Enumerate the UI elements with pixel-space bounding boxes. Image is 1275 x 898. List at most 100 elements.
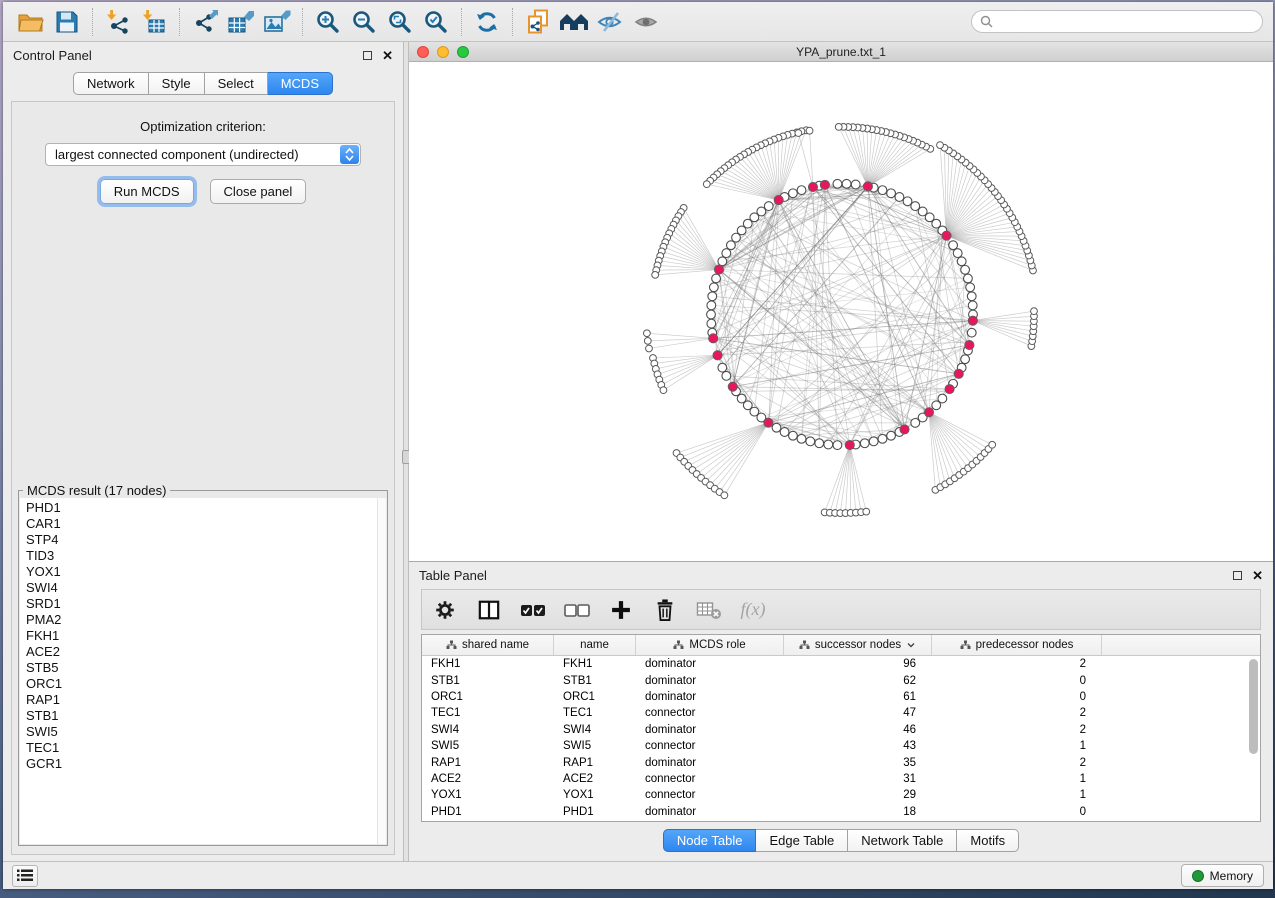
tab-network-table[interactable]: Network Table bbox=[848, 829, 957, 852]
network-node[interactable] bbox=[824, 440, 833, 449]
deselect-all-button[interactable] bbox=[560, 595, 594, 625]
table-cell[interactable]: STB1 bbox=[422, 675, 554, 687]
mcds-result-item[interactable]: PHD1 bbox=[26, 500, 386, 516]
network-node[interactable] bbox=[703, 181, 710, 188]
tab-mcds[interactable]: MCDS bbox=[268, 72, 333, 95]
delete-table-button[interactable] bbox=[692, 595, 726, 625]
table-row[interactable]: ACE2ACE2connector311 bbox=[422, 771, 1260, 787]
column-view-button[interactable] bbox=[472, 595, 506, 625]
network-node[interactable] bbox=[772, 423, 781, 432]
table-cell[interactable]: connector bbox=[636, 740, 784, 752]
tab-motifs[interactable]: Motifs bbox=[957, 829, 1019, 852]
table-cell[interactable]: connector bbox=[636, 773, 784, 785]
network-node[interactable] bbox=[869, 437, 878, 446]
mcds-result-item[interactable]: GCR1 bbox=[26, 756, 386, 772]
network-node[interactable] bbox=[968, 301, 977, 310]
network-node[interactable] bbox=[842, 179, 851, 188]
save-button[interactable] bbox=[49, 6, 85, 38]
mcds-result-item[interactable]: RAP1 bbox=[26, 692, 386, 708]
function-builder-button[interactable]: f(x) bbox=[736, 595, 770, 625]
table-cell[interactable]: SWI4 bbox=[554, 724, 636, 736]
network-node[interactable] bbox=[644, 330, 651, 337]
table-cell[interactable]: STB1 bbox=[554, 675, 636, 687]
delete-column-button[interactable] bbox=[648, 595, 682, 625]
column-header[interactable]: successor nodes bbox=[784, 635, 932, 655]
network-node[interactable] bbox=[721, 492, 728, 499]
network-node[interactable] bbox=[964, 274, 973, 283]
mcds-result-item[interactable]: SWI5 bbox=[26, 724, 386, 740]
table-cell[interactable]: dominator bbox=[636, 724, 784, 736]
network-node[interactable] bbox=[911, 202, 920, 211]
network-node[interactable] bbox=[727, 241, 736, 250]
table-cell[interactable]: dominator bbox=[636, 691, 784, 703]
table-row[interactable]: PHD1PHD1dominator180 bbox=[422, 804, 1260, 820]
table-cell[interactable]: 35 bbox=[784, 757, 932, 769]
table-cell[interactable]: 47 bbox=[784, 707, 932, 719]
tab-select[interactable]: Select bbox=[205, 72, 268, 95]
table-settings-button[interactable] bbox=[428, 595, 462, 625]
table-row[interactable]: RAP1RAP1dominator352 bbox=[422, 754, 1260, 770]
table-cell[interactable]: 62 bbox=[784, 675, 932, 687]
network-node[interactable] bbox=[961, 355, 970, 364]
network-node[interactable] bbox=[938, 394, 947, 403]
network-hub-node[interactable] bbox=[954, 369, 963, 378]
select-all-button[interactable] bbox=[516, 595, 550, 625]
network-hub-node[interactable] bbox=[820, 180, 829, 189]
hide-selected-button[interactable] bbox=[592, 6, 628, 38]
mcds-result-item[interactable]: PMA2 bbox=[26, 612, 386, 628]
mcds-result-item[interactable]: TID3 bbox=[26, 548, 386, 564]
table-cell[interactable]: SWI5 bbox=[554, 740, 636, 752]
search-input[interactable] bbox=[998, 15, 1254, 29]
network-node[interactable] bbox=[806, 437, 815, 446]
close-panel-icon[interactable]: ✕ bbox=[382, 49, 393, 62]
network-node[interactable] bbox=[709, 283, 718, 292]
table-cell[interactable]: TEC1 bbox=[554, 707, 636, 719]
table-cell[interactable]: dominator bbox=[636, 806, 784, 818]
mcds-result-item[interactable]: STB5 bbox=[26, 660, 386, 676]
optimization-select[interactable]: largest connected component (undirected) bbox=[45, 143, 361, 166]
table-cell[interactable]: 2 bbox=[932, 757, 1102, 769]
table-cell[interactable]: YOX1 bbox=[554, 789, 636, 801]
table-cell[interactable]: dominator bbox=[636, 658, 784, 670]
table-row[interactable]: STB1STB1dominator620 bbox=[422, 672, 1260, 688]
column-header[interactable]: MCDS role bbox=[636, 635, 784, 655]
table-cell[interactable]: ORC1 bbox=[554, 691, 636, 703]
network-node[interactable] bbox=[797, 434, 806, 443]
network-node[interactable] bbox=[660, 387, 667, 394]
table-cell[interactable]: dominator bbox=[636, 757, 784, 769]
first-neighbors-button[interactable] bbox=[556, 6, 592, 38]
tab-edge-table[interactable]: Edge Table bbox=[756, 829, 848, 852]
network-canvas[interactable] bbox=[409, 62, 1273, 561]
network-hub-node[interactable] bbox=[965, 340, 974, 349]
table-cell[interactable]: 2 bbox=[932, 658, 1102, 670]
column-header[interactable]: shared name bbox=[422, 635, 554, 655]
table-cell[interactable]: TEC1 bbox=[422, 707, 554, 719]
show-all-button[interactable] bbox=[628, 6, 664, 38]
network-hub-node[interactable] bbox=[714, 265, 723, 274]
network-node[interactable] bbox=[967, 292, 976, 301]
mcds-result-item[interactable]: SWI4 bbox=[26, 580, 386, 596]
tab-node-table[interactable]: Node Table bbox=[663, 829, 757, 852]
zoom-in-button[interactable] bbox=[310, 6, 346, 38]
table-cell[interactable]: FKH1 bbox=[422, 658, 554, 670]
table-row[interactable]: SWI4SWI4dominator462 bbox=[422, 722, 1260, 738]
mcds-result-item[interactable]: CAR1 bbox=[26, 516, 386, 532]
table-cell[interactable]: SWI4 bbox=[422, 724, 554, 736]
network-node[interactable] bbox=[712, 274, 721, 283]
import-table-button[interactable] bbox=[136, 6, 172, 38]
network-node[interactable] bbox=[989, 441, 996, 448]
mcds-result-item[interactable]: FKH1 bbox=[26, 628, 386, 644]
network-node[interactable] bbox=[780, 428, 789, 437]
add-column-button[interactable] bbox=[604, 595, 638, 625]
network-hub-node[interactable] bbox=[945, 385, 954, 394]
zoom-selected-button[interactable] bbox=[418, 6, 454, 38]
run-mcds-button[interactable]: Run MCDS bbox=[100, 179, 194, 204]
close-table-panel-icon[interactable]: ✕ bbox=[1252, 569, 1263, 582]
network-node[interactable] bbox=[966, 283, 975, 292]
network-node[interactable] bbox=[903, 197, 912, 206]
network-node[interactable] bbox=[961, 265, 970, 274]
table-cell[interactable]: 46 bbox=[784, 724, 932, 736]
network-node[interactable] bbox=[718, 257, 727, 266]
export-network-button[interactable] bbox=[187, 6, 223, 38]
table-row[interactable]: YOX1YOX1connector291 bbox=[422, 787, 1260, 803]
